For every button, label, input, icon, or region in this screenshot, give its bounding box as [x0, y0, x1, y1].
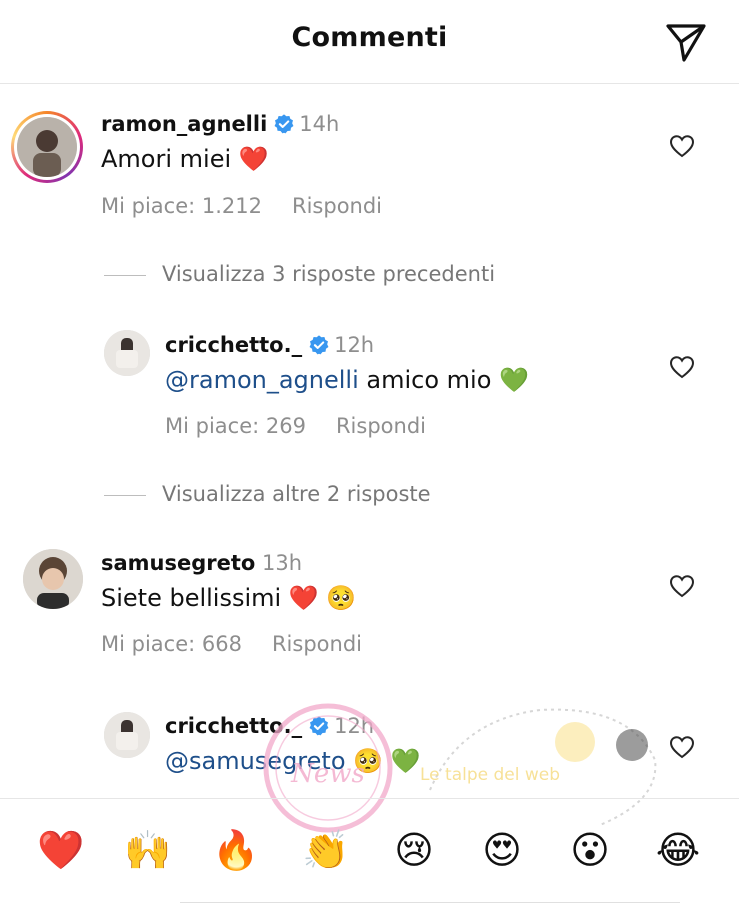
- timestamp: 14h: [299, 112, 340, 136]
- story-ring[interactable]: [11, 111, 83, 183]
- comment-emoji: ❤️: [238, 145, 269, 173]
- reaction-clap[interactable]: 👏: [302, 827, 349, 873]
- reaction-fire[interactable]: 🔥: [212, 827, 259, 873]
- heart-icon[interactable]: [669, 355, 695, 379]
- comment-emoji: 💚: [499, 366, 529, 394]
- username[interactable]: ramon_agnelli: [101, 112, 267, 136]
- comment-body: Amori miei: [101, 145, 232, 173]
- heart-icon[interactable]: [669, 574, 695, 598]
- comment-text: @samusegreto 🥺 💚: [165, 747, 421, 775]
- page-title: Commenti: [291, 22, 448, 53]
- header: Commenti: [0, 0, 739, 84]
- comment-text: Siete bellissimi ❤️ 🥺: [101, 584, 356, 612]
- comment-emoji: ❤️ 🥺: [288, 584, 357, 612]
- username[interactable]: cricchetto._: [165, 714, 302, 738]
- verified-badge-icon: [274, 114, 294, 134]
- view-more-label: Visualizza 3 risposte precedenti: [162, 262, 496, 286]
- reaction-heart-eyes[interactable]: 😍: [479, 827, 525, 873]
- timestamp: 12h: [334, 714, 375, 738]
- verified-badge-icon: [309, 716, 329, 736]
- comment-header: cricchetto._ 12h: [165, 714, 374, 738]
- comment-emoji: 🥺 💚: [353, 747, 421, 775]
- avatar[interactable]: [104, 330, 150, 376]
- comment-text: Amori miei ❤️: [101, 145, 269, 173]
- reaction-crying[interactable]: 😢: [391, 827, 437, 873]
- reply-button[interactable]: Rispondi: [292, 194, 382, 218]
- avatar[interactable]: [17, 117, 77, 177]
- comment-header: samusegreto 13h: [101, 551, 302, 575]
- verified-badge-icon: [309, 335, 329, 355]
- comment-body: Siete bellissimi: [101, 584, 282, 612]
- comment-actions: Mi piace: 668 Rispondi: [101, 632, 362, 656]
- username[interactable]: cricchetto._: [165, 333, 302, 357]
- mention-link[interactable]: @samusegreto: [165, 747, 346, 775]
- divider: [104, 494, 146, 496]
- paper-plane-icon[interactable]: [664, 20, 708, 64]
- reaction-laughing[interactable]: 😂: [655, 827, 701, 873]
- mention-link[interactable]: @ramon_agnelli: [165, 366, 359, 394]
- reply-button[interactable]: Rispondi: [336, 414, 426, 438]
- comment-actions: Mi piace: 1.212 Rispondi: [101, 194, 382, 218]
- username[interactable]: samusegreto: [101, 551, 255, 575]
- avatar[interactable]: [23, 549, 83, 609]
- reaction-bar: ❤️ 🙌 🔥 👏 😢 😍 😮 😂: [0, 798, 739, 909]
- comment-body: amico mio: [358, 366, 492, 394]
- comment-text: @ramon_agnelli amico mio 💚: [165, 366, 529, 394]
- timestamp: 13h: [262, 551, 303, 575]
- timestamp: 12h: [334, 333, 375, 357]
- like-count[interactable]: Mi piace: 1.212: [101, 194, 262, 218]
- heart-icon[interactable]: [669, 134, 695, 158]
- like-count[interactable]: Mi piace: 269: [165, 414, 306, 438]
- like-count[interactable]: Mi piace: 668: [101, 632, 242, 656]
- comment-header: cricchetto._ 12h: [165, 333, 374, 357]
- heart-icon[interactable]: [669, 735, 695, 759]
- reaction-heart[interactable]: ❤️: [37, 827, 84, 873]
- comment-header: ramon_agnelli 14h: [101, 112, 339, 136]
- reply-button[interactable]: Rispondi: [272, 632, 362, 656]
- reaction-surprised[interactable]: 😮: [567, 827, 613, 873]
- view-more-label: Visualizza altre 2 risposte: [162, 482, 431, 506]
- comment-actions: Mi piace: 269 Rispondi: [165, 414, 426, 438]
- reaction-raised-hands[interactable]: 🙌: [124, 827, 171, 873]
- view-previous-replies[interactable]: Visualizza 3 risposte precedenti: [104, 262, 495, 286]
- view-more-replies[interactable]: Visualizza altre 2 risposte: [104, 482, 431, 506]
- avatar[interactable]: [104, 712, 150, 758]
- watermark-text-b: Le talpe del web: [420, 765, 560, 785]
- divider: [104, 274, 146, 276]
